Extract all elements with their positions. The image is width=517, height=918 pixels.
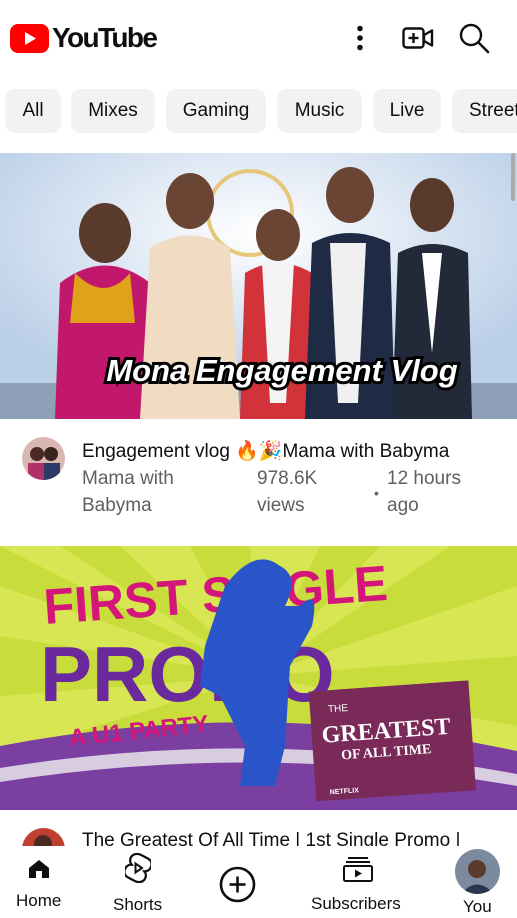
- nav-you[interactable]: You: [450, 846, 510, 918]
- more-vert-icon[interactable]: [344, 22, 376, 54]
- view-count: 978.6K views: [257, 465, 317, 519]
- nav-home[interactable]: Home: [0, 846, 78, 918]
- category-chips: All Mixes Gaming Music Live Street: [0, 89, 517, 133]
- view-count-line1: 978.6K: [257, 468, 318, 489]
- chip-music[interactable]: Music: [277, 89, 362, 133]
- chip-all[interactable]: All: [5, 89, 61, 133]
- chip-live[interactable]: Live: [373, 89, 441, 133]
- nav-subscriptions-label: Subscribers: [311, 894, 401, 913]
- video-title[interactable]: Engagement vlog 🔥🎉Mama with Babyma: [82, 439, 449, 463]
- video-meta[interactable]: Engagement vlog 🔥🎉Mama with Babyma Mama …: [0, 436, 517, 536]
- top-app-bar: YouTube: [0, 0, 517, 78]
- create-video-icon[interactable]: [402, 22, 434, 54]
- thumbnail-caption: Mona Engagement Vlog: [103, 350, 460, 391]
- nav-home-label: Home: [16, 891, 62, 910]
- logo-text: YouTube: [52, 22, 158, 53]
- channel-name-line1: Mama with: [82, 468, 174, 489]
- youtube-play-icon: [10, 23, 49, 53]
- bottom-navigation: Home Shorts Subscribers You: [0, 846, 517, 918]
- shorts-icon: [125, 853, 151, 883]
- subscriptions-icon: [343, 857, 373, 882]
- nav-shorts-label: Shorts: [113, 895, 163, 914]
- chip-gaming[interactable]: Gaming: [166, 89, 266, 133]
- view-count-line2: views: [257, 495, 305, 516]
- home-icon: [29, 860, 49, 878]
- upload-age-line2: ago: [387, 495, 419, 516]
- nav-you-label: You: [463, 897, 492, 916]
- thumbnail-artwork: FIRST SINGLE PROMO A U1 PARTY THE GREATE…: [0, 546, 517, 810]
- search-icon[interactable]: [458, 22, 490, 54]
- channel-name[interactable]: Mama with Babyma: [82, 465, 174, 519]
- youtube-logo[interactable]: YouTube: [10, 22, 158, 54]
- create-button[interactable]: [216, 846, 258, 918]
- nav-shorts[interactable]: Shorts: [100, 846, 178, 918]
- video-thumbnail[interactable]: FIRST SINGLE PROMO A U1 PARTY THE GREATE…: [0, 546, 517, 810]
- upload-age-line1: 12 hours: [387, 468, 461, 489]
- chip-mixes[interactable]: Mixes: [71, 89, 155, 133]
- thumbnail-artwork: Mona Engagement Vlog: [0, 153, 517, 419]
- create-plus-icon: [219, 866, 256, 903]
- video-thumbnail[interactable]: Mona Engagement Vlog: [0, 153, 517, 419]
- chip-street[interactable]: Street: [452, 89, 517, 133]
- channel-name-line2: Babyma: [82, 495, 152, 516]
- nav-subscriptions[interactable]: Subscribers: [305, 846, 415, 918]
- meta-separator: •: [374, 485, 379, 501]
- scrollbar[interactable]: [511, 153, 515, 201]
- svg-text:Mona Engagement Vlog: Mona Engagement Vlog: [106, 353, 457, 388]
- profile-avatar: [455, 849, 500, 894]
- channel-avatar[interactable]: [22, 437, 65, 480]
- upload-age: 12 hours ago: [387, 465, 461, 519]
- svg-text:THE: THE: [328, 703, 349, 715]
